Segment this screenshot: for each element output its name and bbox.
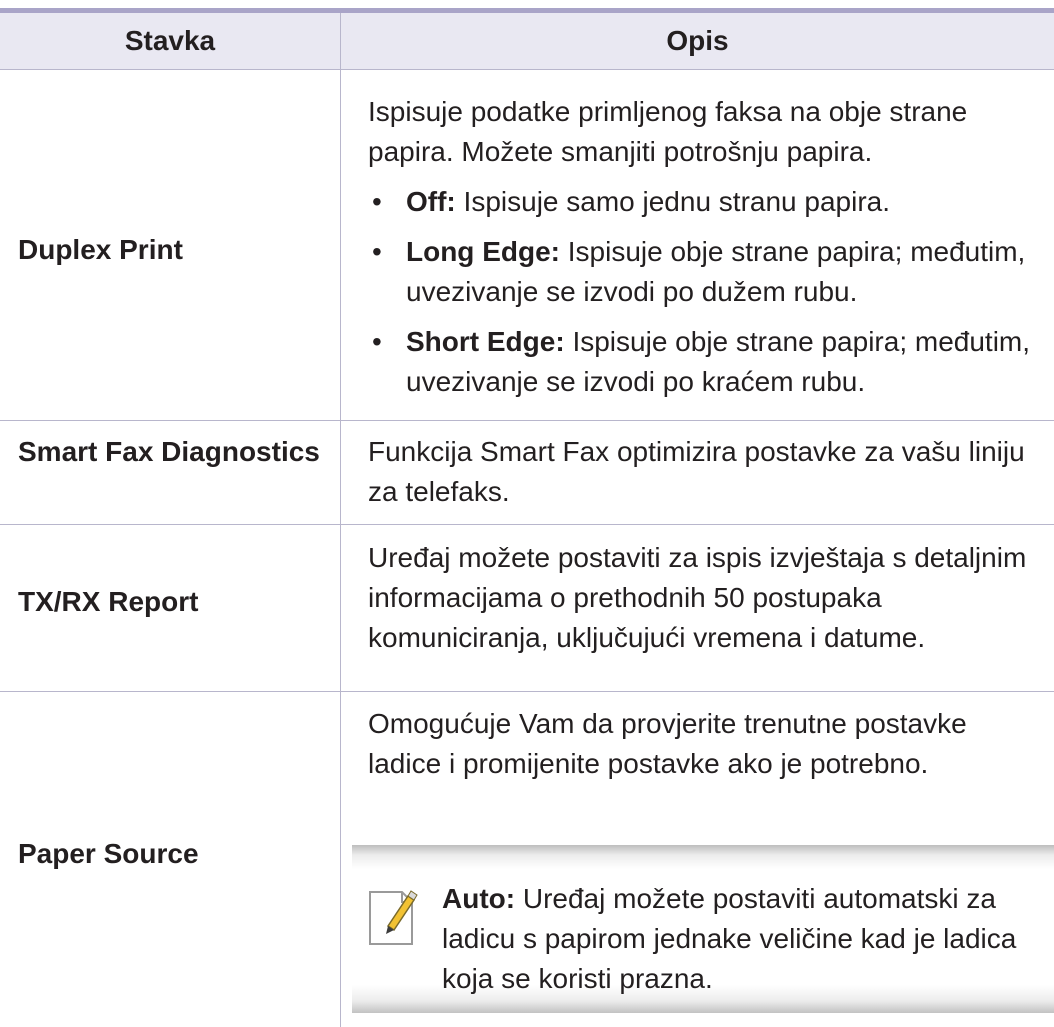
header-item: Stavka — [124, 25, 216, 56]
option-term: Short Edge: — [406, 326, 565, 357]
option-term: Long Edge: — [406, 236, 560, 267]
note-box: Auto: Uređaj možete postaviti automatski… — [352, 845, 1054, 1013]
table-header-row: Stavka Opis — [0, 13, 1054, 70]
note-term: Auto: — [442, 883, 516, 914]
list-item: • Short Edge: Ispisuje obje strane papir… — [368, 322, 1036, 402]
row-item-tx-rx-report: TX/RX Report — [18, 586, 199, 617]
row-desc-tx-rx-report: Uređaj možete postaviti za ispis izvješt… — [368, 542, 1027, 653]
row-item-duplex-print: Duplex Print — [18, 234, 183, 265]
bullet-icon: • — [372, 236, 382, 267]
row-desc-smart-fax-diagnostics: Funkcija Smart Fax optimizira postavke z… — [368, 436, 1025, 507]
header-description: Opis — [666, 25, 729, 56]
row-separator — [0, 691, 1054, 692]
row-item-paper-source: Paper Source — [18, 838, 199, 869]
list-item: • Long Edge: Ispisuje obje strane papira… — [368, 232, 1036, 312]
column-divider — [340, 13, 341, 1027]
note-pencil-icon — [368, 888, 418, 946]
row-item-smart-fax-diagnostics: Smart Fax Diagnostics — [18, 436, 320, 467]
note-text: Auto: Uređaj možete postaviti automatski… — [442, 879, 1042, 999]
list-item: • Off: Ispisuje samo jednu stranu papira… — [368, 182, 1036, 222]
option-text: Ispisuje samo jednu stranu papira. — [455, 186, 891, 217]
duplex-intro: Ispisuje podatke primljenog faksa na obj… — [368, 96, 968, 167]
row-separator — [0, 420, 1054, 421]
row-separator — [0, 524, 1054, 525]
option-term: Off: — [406, 186, 456, 217]
note-body: Uređaj možete postaviti automatski za la… — [442, 883, 1017, 994]
bullet-icon: • — [372, 326, 382, 357]
bullet-icon: • — [372, 186, 382, 217]
row-desc-duplex-print: Ispisuje podatke primljenog faksa na obj… — [368, 92, 1036, 402]
duplex-options-list: • Off: Ispisuje samo jednu stranu papira… — [368, 182, 1036, 402]
row-desc-paper-source: Omogućuje Vam da provjerite trenutne pos… — [368, 708, 967, 779]
